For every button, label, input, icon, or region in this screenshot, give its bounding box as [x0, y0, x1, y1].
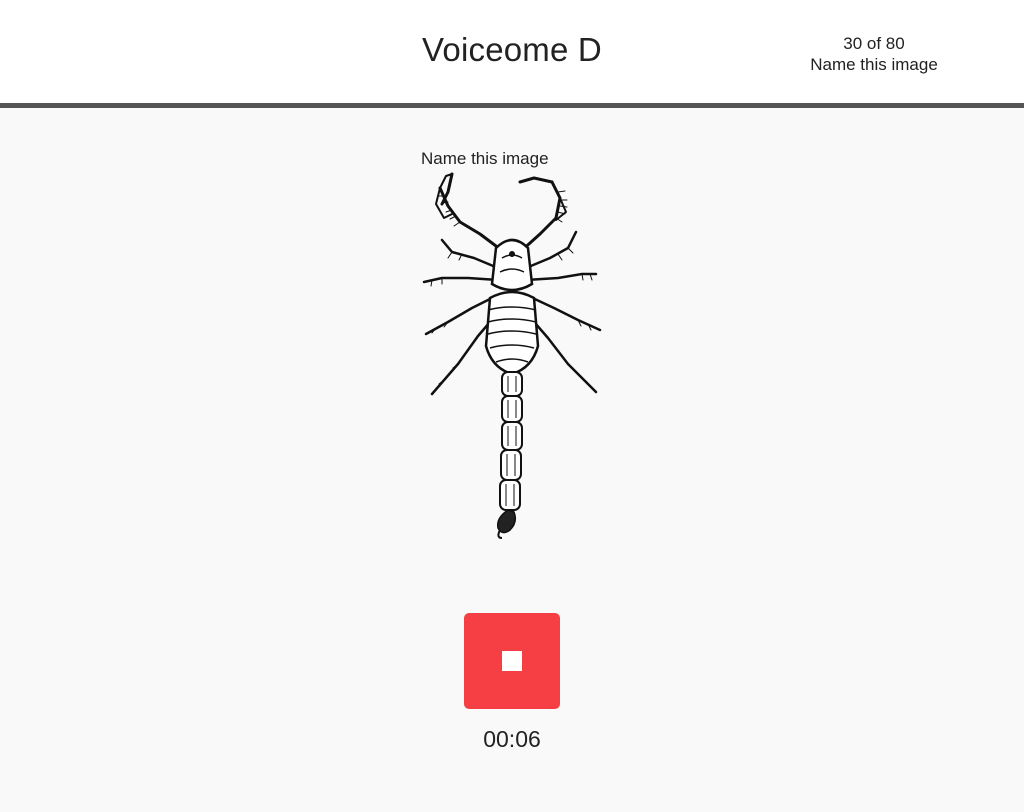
stop-recording-button[interactable] — [464, 613, 560, 709]
progress-counter: 30 of 80 — [843, 34, 905, 53]
task-name: Name this image — [810, 55, 938, 74]
recording-timer: 00:06 — [483, 726, 541, 752]
progress-indicator: 30 of 80 Name this image — [774, 33, 974, 75]
scorpion-illustration — [422, 172, 602, 539]
stop-icon — [502, 651, 522, 671]
app-header: Voiceome D 30 of 80 Name this image — [0, 0, 1024, 108]
prompt-label: Name this image — [421, 149, 549, 168]
